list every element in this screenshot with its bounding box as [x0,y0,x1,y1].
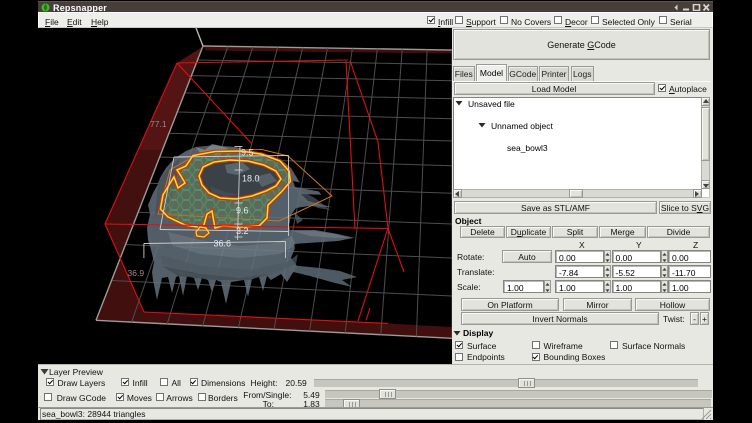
svg-text:sea_bowl3: sea_bowl3 [507,143,548,153]
svg-text:36.9: 36.9 [128,268,145,278]
svg-text:18.0: 18.0 [242,174,260,184]
svg-text:Unnamed object: Unnamed object [491,121,554,131]
svg-text:9.5: 9.5 [241,148,254,158]
svg-text:Unsaved file: Unsaved file [468,99,515,109]
svg-text:36.6: 36.6 [214,239,232,249]
svg-text:3.2: 3.2 [236,226,249,236]
svg-text:77.1: 77.1 [150,119,167,129]
svg-text:9.6: 9.6 [236,206,249,216]
